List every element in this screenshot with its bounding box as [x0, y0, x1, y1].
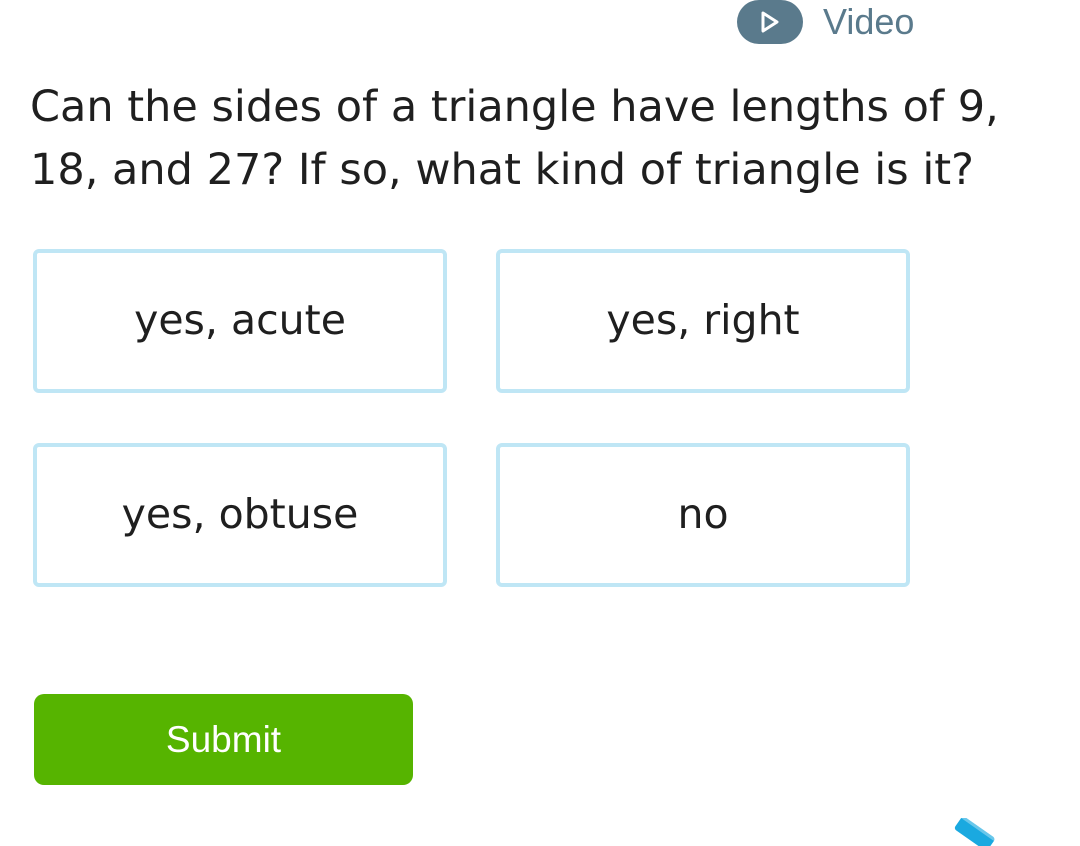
answer-choice-yes-acute[interactable]: yes, acute	[33, 249, 447, 393]
answer-choice-label: yes, right	[606, 296, 800, 344]
pencil-icon[interactable]	[944, 818, 1004, 846]
submit-button[interactable]: Submit	[34, 694, 413, 785]
play-icon	[737, 0, 803, 44]
submit-label: Submit	[165, 718, 282, 760]
question-text: Can the sides of a triangle have lengths…	[30, 82, 999, 195]
video-button[interactable]: Video	[737, 0, 914, 46]
answer-choice-label: yes, obtuse	[121, 490, 359, 538]
answer-choice-no[interactable]: no	[496, 443, 910, 587]
answer-choice-yes-obtuse[interactable]: yes, obtuse	[33, 443, 447, 587]
answer-choice-label: no	[677, 490, 729, 538]
answer-choice-yes-right[interactable]: yes, right	[496, 249, 910, 393]
answer-choice-label: yes, acute	[134, 296, 346, 344]
video-label: Video	[823, 1, 915, 42]
